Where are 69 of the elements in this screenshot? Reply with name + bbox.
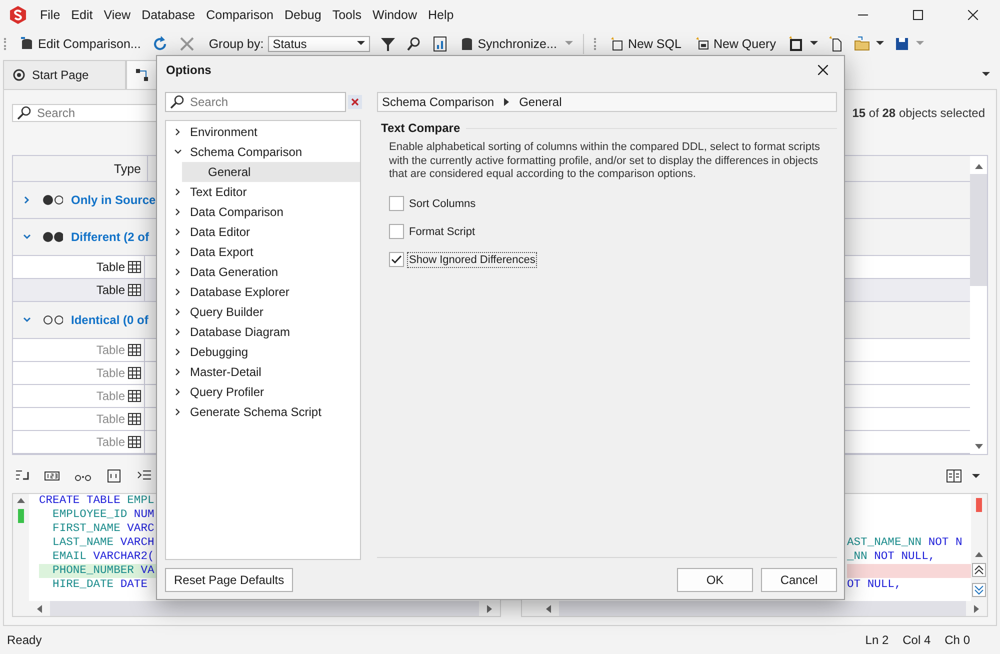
options-search-field[interactable]: Search	[165, 92, 346, 112]
reset-page-defaults-button[interactable]: Reset Page Defaults	[165, 568, 294, 592]
code-line: AST_NAME_NN NOT N	[847, 537, 962, 550]
section-description: Enable alphabetical sorting of columns within the compared DDL, select to format scripts with the currently active formatting profile, and/or set to display the differences in objects that are considered equal according to the comparison options.	[389, 141, 822, 182]
dialog-title: Options	[166, 63, 212, 77]
char-indicator: Ch 0	[944, 633, 970, 648]
group-label: Only in Source	[71, 193, 156, 208]
section-title: Text Compare	[381, 121, 460, 135]
menu-item[interactable]: Window	[372, 8, 417, 22]
tree-item[interactable]: Master-Detail	[190, 365, 262, 379]
menu-item[interactable]: Comparison	[206, 8, 274, 22]
type-cell: Table	[96, 412, 125, 426]
ok-button[interactable]: OK	[677, 568, 753, 592]
type-cell: Table	[96, 343, 125, 358]
tree-item[interactable]: Query Profiler	[190, 385, 264, 399]
menu-item[interactable]: Database	[142, 8, 196, 22]
tree-item[interactable]: Schema Comparison	[190, 145, 302, 159]
option-label: Show Ignored Differences	[407, 252, 538, 268]
menu-item[interactable]: Debug	[284, 8, 322, 22]
tree-item[interactable]: Data Editor	[190, 225, 250, 239]
menu-item[interactable]: Tools	[332, 8, 362, 22]
code-line: EMPLOYEE_ID NUM	[52, 509, 154, 522]
type-cell: Table	[96, 366, 125, 380]
tree-item[interactable]: Database Explorer	[190, 285, 290, 299]
code-line: HIRE_DATE DATE	[52, 579, 148, 592]
status-text: Ready	[7, 633, 42, 648]
type-cell: Table	[96, 389, 125, 404]
option-label: Sort Columns	[408, 196, 477, 212]
tree-item[interactable]: Database Diagram	[190, 325, 290, 339]
menu-item[interactable]: Help	[428, 8, 454, 22]
tree-item[interactable]: Data Comparison	[190, 205, 284, 219]
type-cell: Table	[96, 260, 125, 274]
type-cell: Table	[96, 435, 125, 450]
breadcrumb-item[interactable]: General	[519, 95, 562, 109]
column-indicator: Col 4	[902, 633, 931, 648]
cancel-button[interactable]: Cancel	[761, 568, 837, 592]
edit-comparison-button[interactable]: Edit Comparison...	[18, 36, 143, 51]
tree-item[interactable]: Query Builder	[190, 305, 264, 319]
tree-item[interactable]: Data Generation	[190, 265, 278, 279]
column-header[interactable]: Type	[13, 156, 148, 182]
selection-summary: 15 of 28 objects selected	[852, 106, 986, 120]
type-cell: Table	[96, 283, 125, 298]
tree-item[interactable]: Generate Schema Script	[190, 405, 322, 419]
tab[interactable]: Start Page	[3, 60, 126, 90]
tree-item[interactable]: Debugging	[190, 345, 248, 359]
menu-item[interactable]: Edit	[71, 8, 93, 22]
group-by-dropdown[interactable]: Status	[268, 36, 370, 52]
code-line: FIRST_NAME VARC	[52, 523, 154, 536]
tree-item[interactable]: Data Export	[190, 245, 254, 259]
option-label: Format Script	[408, 224, 476, 240]
group-by-label: Group by:	[208, 36, 264, 51]
code-line: LAST_NAME VARCH	[52, 537, 154, 550]
breadcrumb-item[interactable]: Schema Comparison	[382, 95, 494, 109]
group-label: Identical (0 of	[71, 313, 148, 328]
code-line: CREATE TABLE EMPL	[39, 495, 154, 508]
synchronize-button[interactable]: Synchronize...	[458, 36, 559, 51]
code-line: EMAIL VARCHAR2(	[52, 551, 154, 564]
menu-item[interactable]: File	[40, 8, 60, 22]
line-indicator: Ln 2	[865, 633, 889, 648]
code-line: _NN NOT NULL,	[847, 551, 936, 564]
menu-item[interactable]: View	[104, 8, 131, 22]
tree-item[interactable]: General	[208, 165, 251, 179]
tree-item[interactable]: Environment	[190, 125, 258, 139]
group-label: Different (2 of	[71, 230, 149, 244]
code-line: PHONE_NUMBER VA	[52, 565, 154, 578]
code-line: OT NULL,	[847, 579, 902, 592]
new-sql-button[interactable]: New SQL	[608, 36, 684, 51]
tree-item[interactable]: Text Editor	[190, 185, 247, 199]
new-query-button[interactable]: New Query	[693, 36, 778, 51]
